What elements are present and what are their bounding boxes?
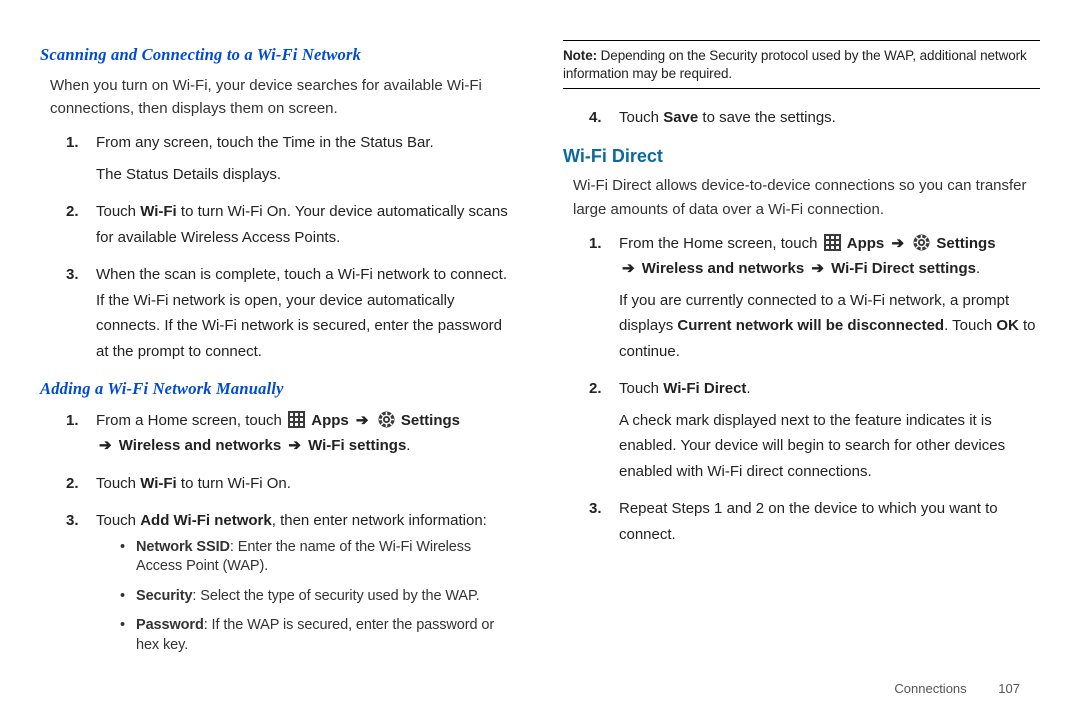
save-step: Touch Save to save the settings. [597,105,1040,131]
heading-adding-manual: Adding a Wi-Fi Network Manually [40,376,517,402]
footer-chapter: Connections [894,681,966,696]
steps-manual: From a Home screen, touch Apps ➔ Setting… [74,408,517,656]
bullet-ssid: Network SSID: Enter the name of the Wi-F… [120,538,517,577]
manual-step-1: From a Home screen, touch Apps ➔ Setting… [74,408,517,459]
step-3: When the scan is complete, touch a Wi-Fi… [74,262,517,364]
step-1-sub: The Status Details displays. [96,162,517,188]
manual-step-3: Touch Add Wi-Fi network, then enter netw… [74,508,517,655]
manual-bullets: Network SSID: Enter the name of the Wi-F… [120,538,517,656]
page-footer: Connections 107 [894,681,1020,696]
steps-scanning: From any screen, touch the Time in the S… [74,130,517,364]
settings-icon [913,234,930,251]
settings-icon [378,411,395,428]
heading-scanning: Scanning and Connecting to a Wi-Fi Netwo… [40,42,517,68]
steps-wifi-direct: From the Home screen, touch Apps ➔ Setti… [597,231,1040,548]
bullet-password: Password: If the WAP is secured, enter t… [120,616,517,655]
footer-page-number: 107 [998,681,1020,696]
heading-wifi-direct: Wi-Fi Direct [563,143,1040,171]
apps-icon [824,234,841,251]
bullet-security: Security: Select the type of security us… [120,587,517,607]
direct-step-1-sub: If you are currently connected to a Wi-F… [619,288,1040,365]
direct-step-3: Repeat Steps 1 and 2 on the device to wh… [597,496,1040,547]
direct-step-1: From the Home screen, touch Apps ➔ Setti… [597,231,1040,365]
intro-scanning: When you turn on Wi-Fi, your device sear… [50,74,517,121]
step-2: Touch Wi-Fi to turn Wi-Fi On. Your devic… [74,199,517,250]
steps-save: Touch Save to save the settings. [597,105,1040,131]
direct-step-2: Touch Wi-Fi Direct. A check mark display… [597,376,1040,484]
apps-icon [288,411,305,428]
intro-wifi-direct: Wi-Fi Direct allows device-to-device con… [573,174,1040,221]
step-1: From any screen, touch the Time in the S… [74,130,517,187]
note-box: Note: Depending on the Security protocol… [563,40,1040,89]
left-column: Scanning and Connecting to a Wi-Fi Netwo… [40,40,517,680]
right-column: Note: Depending on the Security protocol… [563,40,1040,680]
step-1-text: From any screen, touch the Time in the S… [96,134,434,151]
manual-step-2: Touch Wi-Fi to turn Wi-Fi On. [74,471,517,497]
